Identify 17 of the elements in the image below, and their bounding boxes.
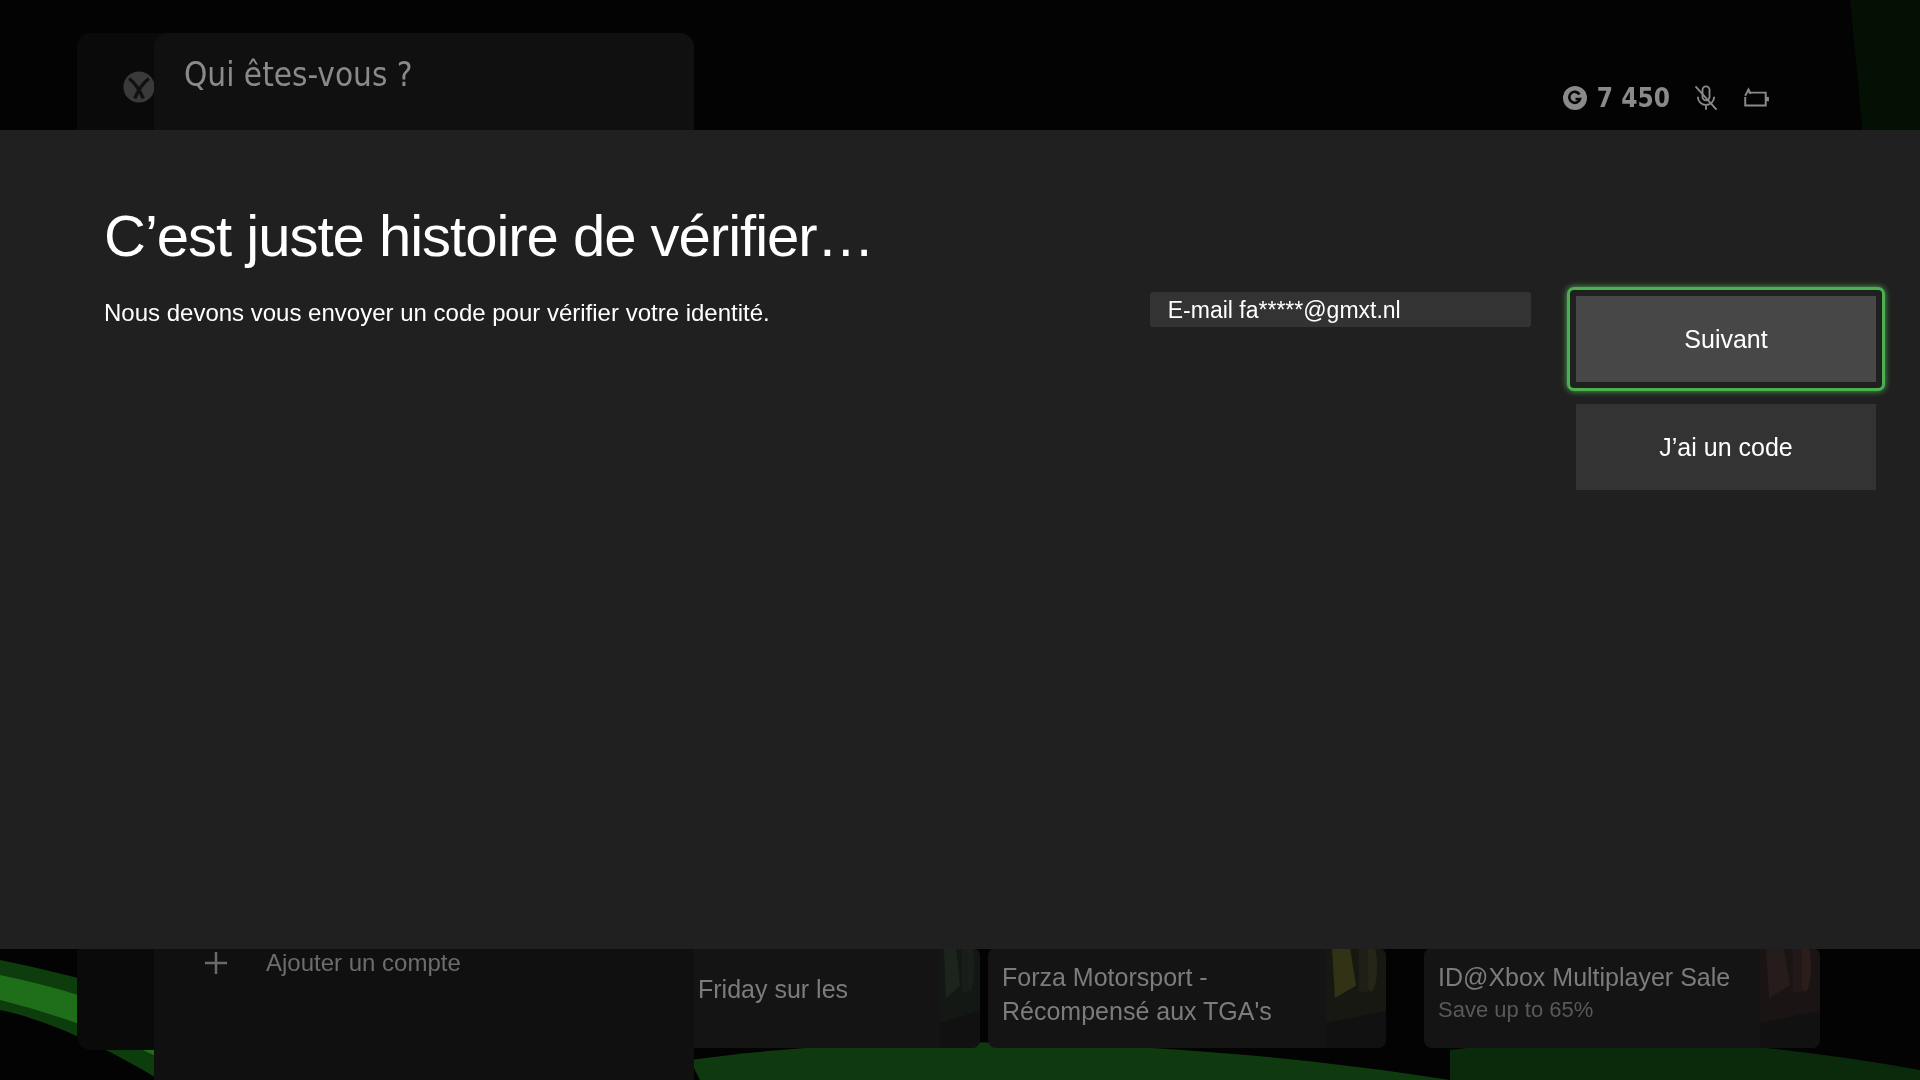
plus-icon <box>204 951 228 975</box>
tile-title: ID@Xbox Multiplayer Sale <box>1438 962 1732 993</box>
email-option: E-mail fa*****@gmxt.nl <box>1149 292 1531 327</box>
promo-tile[interactable]: Forza Motorsport - Récompensé aux TGA's <box>988 948 1386 1048</box>
tile-subtitle: Save up to 65% <box>1438 996 1595 1024</box>
add-account-item[interactable]: Ajouter un compte <box>204 949 461 977</box>
promo-tile[interactable]: ID@Xbox Multiplayer Sale Save up to 65% <box>1424 948 1820 1048</box>
dialog-button[interactable]: Suivant <box>1567 287 1885 391</box>
tile-title: Friday sur les <box>698 974 850 1005</box>
promo-tile[interactable]: Friday sur les <box>694 948 980 1048</box>
panel-title: Qui êtes-vous ? <box>184 55 413 94</box>
dialog-title: C’est juste histoire de vérifier… <box>104 202 875 269</box>
battery-icon <box>1742 86 1770 110</box>
tile-title: Forza Motorsport - Récompensé aux TGA's <box>1002 962 1273 1027</box>
gamerscore-icon <box>1562 86 1587 110</box>
dialog-message: Nous devons vous envoyer un code pour vérifier votre identité. <box>104 299 771 327</box>
gamerscore: 7 450 <box>1596 83 1670 113</box>
